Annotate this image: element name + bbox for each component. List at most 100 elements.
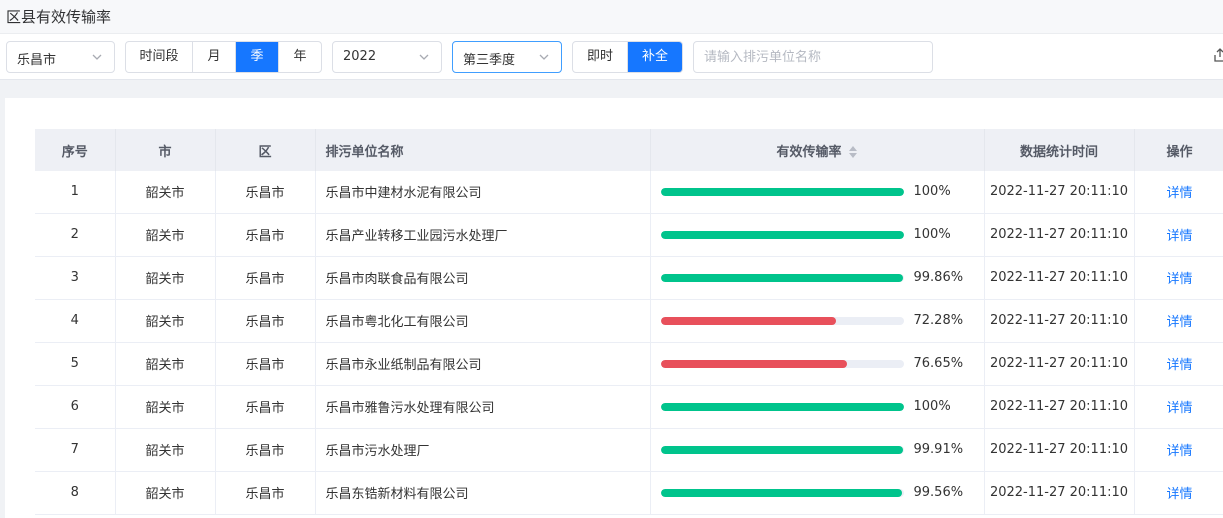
cell-rate: 76.65% bbox=[650, 342, 985, 386]
mode-group: 即时 补全 bbox=[572, 41, 683, 73]
cell-action: 详情 bbox=[1134, 385, 1223, 429]
detail-link[interactable]: 详情 bbox=[1166, 186, 1192, 201]
cell-action: 详情 bbox=[1134, 342, 1223, 386]
detail-link[interactable]: 详情 bbox=[1166, 358, 1192, 373]
detail-link[interactable]: 详情 bbox=[1166, 315, 1192, 330]
export-icon[interactable] bbox=[1213, 47, 1223, 63]
complete-button[interactable]: 补全 bbox=[628, 42, 682, 72]
rate-value: 100% bbox=[913, 399, 951, 414]
cell-action: 详情 bbox=[1134, 171, 1223, 214]
sort-icon[interactable] bbox=[848, 145, 858, 159]
cell-city: 韶关市 bbox=[115, 256, 216, 300]
col-action: 操作 bbox=[1134, 129, 1223, 171]
chevron-down-icon bbox=[92, 54, 102, 60]
cell-time: 2022-11-27 20:11:10 bbox=[984, 471, 1135, 515]
cell-time: 2022-11-27 20:11:10 bbox=[984, 385, 1135, 429]
month-button[interactable]: 月 bbox=[193, 42, 236, 72]
table-header-row: 序号 市 区 排污单位名称 有效传输率 数据统计时间 操作 bbox=[35, 129, 1223, 171]
rate-progress-fill bbox=[660, 273, 904, 282]
rate-progress-fill bbox=[660, 488, 903, 497]
cell-district: 乐昌市 bbox=[215, 299, 316, 343]
rate-value: 100% bbox=[913, 184, 951, 200]
cell-index: 6 bbox=[35, 385, 116, 429]
detail-link[interactable]: 详情 bbox=[1166, 229, 1192, 244]
cell-index: 7 bbox=[35, 428, 116, 472]
search-input[interactable] bbox=[693, 41, 933, 73]
table-row: 6 韶关市 乐昌市 乐昌市雅鲁污水处理有限公司 100% 2022-11-27 20:11… bbox=[35, 385, 1223, 429]
col-district: 区 bbox=[215, 129, 316, 171]
cell-name: 乐昌市中建材水泥有限公司 bbox=[315, 171, 651, 214]
cell-time: 2022-11-27 20:11:10 bbox=[984, 256, 1135, 300]
cell-rate: 72.28% bbox=[650, 299, 985, 343]
cell-rate: 100% bbox=[650, 213, 985, 257]
table-row: 2 韶关市 乐昌市 乐昌产业转移工业园污水处理厂 100% 2022-11-27 20:1… bbox=[35, 213, 1223, 257]
table-row: 8 韶关市 乐昌市 乐昌东锆新材料有限公司 99.56% 2022-11-27 20:11… bbox=[35, 471, 1223, 515]
season-button[interactable]: 季 bbox=[236, 42, 279, 72]
col-index: 序号 bbox=[35, 129, 116, 171]
cell-index: 1 bbox=[35, 171, 116, 214]
cell-city: 韶关市 bbox=[115, 385, 216, 429]
rate-progress-bar bbox=[660, 402, 904, 411]
cell-name: 乐昌市雅鲁污水处理有限公司 bbox=[315, 385, 651, 429]
cell-name: 乐昌市肉联食品有限公司 bbox=[315, 256, 651, 300]
rate-progress-fill bbox=[660, 445, 904, 454]
col-city: 市 bbox=[115, 129, 216, 171]
filter-toolbar: 乐昌市 时间段 月 季 年 2022 第三季度 即时 补全 bbox=[0, 34, 1223, 80]
table-row: 5 韶关市 乐昌市 乐昌市永业纸制品有限公司 76.65% 2022-11-27 20:1… bbox=[35, 342, 1223, 386]
cell-action: 详情 bbox=[1134, 213, 1223, 257]
chevron-down-icon bbox=[419, 54, 429, 60]
cell-rate: 99.86% bbox=[650, 256, 985, 300]
cell-name: 乐昌市粤北化工有限公司 bbox=[315, 299, 651, 343]
city-select[interactable]: 乐昌市 bbox=[6, 41, 115, 73]
table-row: 7 韶关市 乐昌市 乐昌市污水处理厂 99.91% 2022-11-27 20:11:10… bbox=[35, 428, 1223, 472]
title-bar: 区县有效传输率 bbox=[0, 0, 1223, 34]
city-select-value: 乐昌市 bbox=[17, 53, 57, 68]
rate-value: 76.65% bbox=[913, 356, 964, 371]
cell-time: 2022-11-27 20:11:10 bbox=[984, 171, 1135, 214]
cell-action: 详情 bbox=[1134, 256, 1223, 300]
detail-link[interactable]: 详情 bbox=[1166, 272, 1192, 287]
col-rate[interactable]: 有效传输率 bbox=[650, 129, 985, 171]
detail-link[interactable]: 详情 bbox=[1166, 401, 1192, 416]
year-button[interactable]: 年 bbox=[279, 42, 321, 72]
cell-name: 乐昌东锆新材料有限公司 bbox=[315, 471, 651, 515]
cell-city: 韶关市 bbox=[115, 213, 216, 257]
cell-index: 8 bbox=[35, 471, 116, 515]
rate-progress-bar bbox=[660, 273, 904, 282]
quarter-select-value: 第三季度 bbox=[463, 53, 516, 68]
cell-district: 乐昌市 bbox=[215, 342, 316, 386]
cell-district: 乐昌市 bbox=[215, 213, 316, 257]
cell-city: 韶关市 bbox=[115, 342, 216, 386]
year-select[interactable]: 2022 bbox=[332, 41, 442, 73]
year-select-value: 2022 bbox=[343, 49, 377, 64]
rate-value: 99.91% bbox=[913, 442, 964, 457]
rate-progress-fill bbox=[660, 230, 904, 239]
cell-name: 乐昌市永业纸制品有限公司 bbox=[315, 342, 651, 386]
cell-city: 韶关市 bbox=[115, 171, 216, 214]
cell-time: 2022-11-27 20:11:10 bbox=[984, 342, 1135, 386]
table-row: 3 韶关市 乐昌市 乐昌市肉联食品有限公司 99.86% 2022-11-27 20:11… bbox=[35, 256, 1223, 300]
quarter-select[interactable]: 第三季度 bbox=[452, 41, 562, 73]
rate-progress-bar bbox=[660, 316, 904, 325]
detail-link[interactable]: 详情 bbox=[1166, 444, 1192, 459]
cell-rate: 100% bbox=[650, 385, 985, 429]
col-time: 数据统计时间 bbox=[984, 129, 1135, 171]
rate-progress-fill bbox=[660, 359, 847, 368]
cell-rate: 99.56% bbox=[650, 471, 985, 515]
cell-index: 5 bbox=[35, 342, 116, 386]
cell-index: 2 bbox=[35, 213, 116, 257]
cell-index: 4 bbox=[35, 299, 116, 343]
cell-district: 乐昌市 bbox=[215, 471, 316, 515]
period-type-group: 时间段 月 季 年 bbox=[125, 41, 322, 73]
cell-action: 详情 bbox=[1134, 471, 1223, 515]
cell-time: 2022-11-27 20:11:10 bbox=[984, 428, 1135, 472]
detail-link[interactable]: 详情 bbox=[1166, 487, 1192, 502]
rate-value: 99.86% bbox=[913, 270, 964, 285]
rate-value: 99.56% bbox=[913, 485, 964, 500]
realtime-button[interactable]: 即时 bbox=[573, 42, 628, 72]
cell-city: 韶关市 bbox=[115, 471, 216, 515]
cell-district: 乐昌市 bbox=[215, 171, 316, 214]
period-button[interactable]: 时间段 bbox=[126, 42, 193, 72]
cell-action: 详情 bbox=[1134, 299, 1223, 343]
chevron-down-icon bbox=[539, 54, 549, 60]
